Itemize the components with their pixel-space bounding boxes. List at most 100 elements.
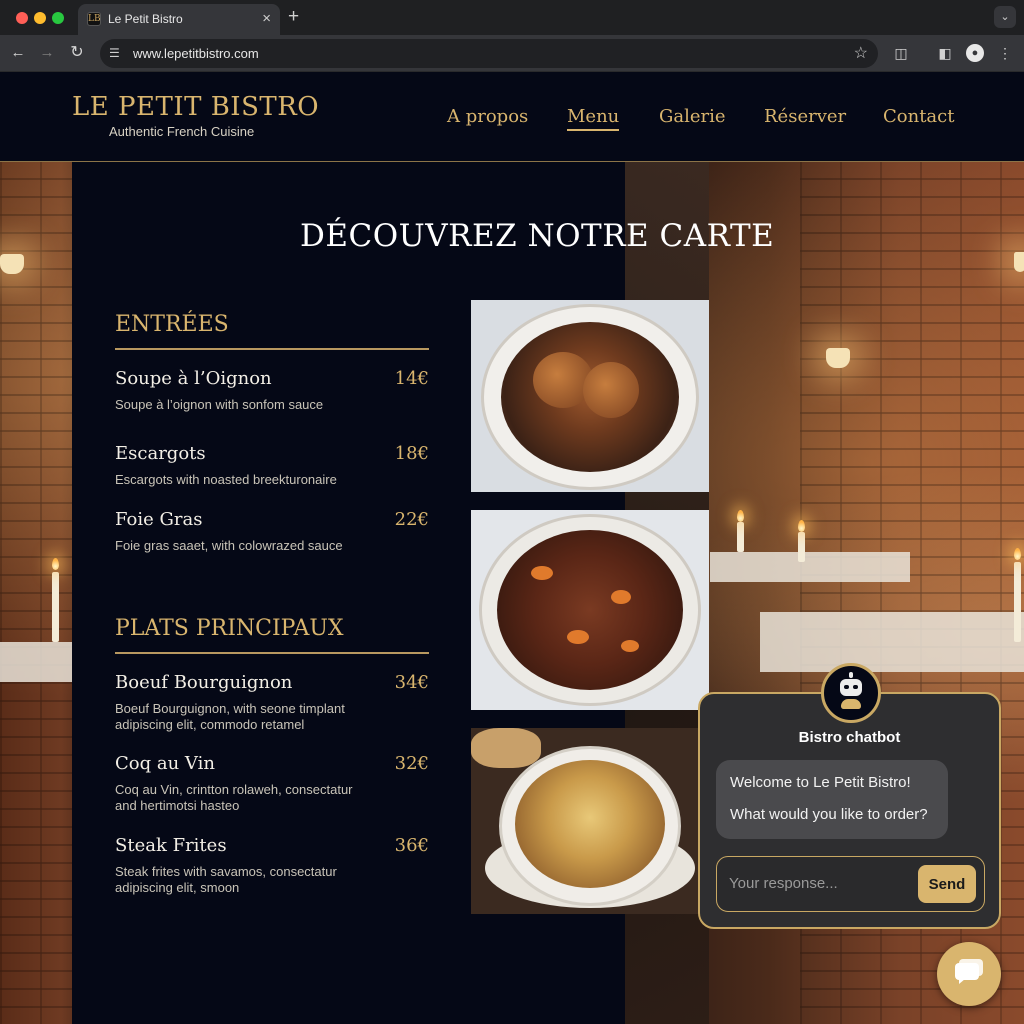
dining-table — [760, 612, 1024, 672]
chatbot-widget: Bistro chatbot Welcome to Le Petit Bistr… — [698, 663, 1001, 929]
new-tab-icon[interactable]: + — [288, 6, 299, 28]
coq-au-vin-photo — [471, 300, 709, 492]
robot-icon — [821, 663, 881, 723]
maximize-window-button[interactable] — [52, 12, 64, 24]
bot-message-line: What would you like to order? — [730, 806, 928, 823]
candle-flame-icon — [1014, 548, 1021, 560]
favicon-icon: LB — [87, 12, 101, 26]
tab-close-icon[interactable]: × — [262, 10, 271, 27]
carrot-shape — [611, 590, 631, 604]
browser-tab[interactable]: LB Le Petit Bistro × — [78, 4, 280, 35]
dish-name: Escargots — [115, 443, 206, 464]
profile-icon[interactable]: ● — [966, 44, 984, 62]
carrot-shape — [531, 566, 553, 580]
dining-table — [710, 552, 910, 582]
dish-description-line: Escargots with noasted breekturonaire — [115, 472, 337, 487]
dish-name: Coq au Vin — [115, 753, 215, 774]
dish-price: 18€ — [394, 443, 429, 464]
candle-flame-icon — [798, 520, 805, 532]
minimize-window-button[interactable] — [34, 12, 46, 24]
dish-description: Steak frites with savamos, consectatur a… — [115, 864, 375, 896]
dining-table — [0, 642, 72, 682]
close-window-button[interactable] — [16, 12, 28, 24]
main-nav: A propos Menu Galerie Réserver Contact — [0, 106, 1024, 136]
nav-link-galerie[interactable]: Galerie — [659, 106, 726, 127]
web-page: LE PETIT BISTRO Authentic French Cuisine… — [0, 72, 1024, 1024]
chat-bubble-icon — [955, 959, 983, 984]
robot-eye — [853, 685, 858, 689]
robot-body — [841, 699, 861, 709]
chicken-shape — [583, 362, 639, 418]
nav-link-a-propos[interactable]: A propos — [447, 106, 528, 127]
kebab-menu-icon[interactable]: ⋮ — [996, 44, 1014, 62]
dish-description-line: adipiscing elit, commodo retamel — [115, 717, 305, 732]
side-panel-icon[interactable]: ◧ — [936, 44, 954, 62]
dish-name: Steak Frites — [115, 835, 227, 856]
robot-eye — [844, 685, 849, 689]
candle-icon — [52, 572, 59, 642]
carrot-shape — [567, 630, 589, 644]
nav-link-menu[interactable]: Menu — [567, 106, 620, 131]
section-title-entrees: ENTRÉES — [115, 312, 229, 337]
chatbot-title: Bistro chatbot — [798, 729, 901, 746]
bot-message-line: Welcome to Le Petit Bistro! — [730, 774, 911, 791]
dish-description-line: Soupe à l’oignon with sonfom sauce — [115, 397, 324, 412]
dish-price: 14€ — [394, 368, 429, 389]
dish-description-line: Steak frites with savamos, consectatur — [115, 864, 337, 879]
dish-description-line: and hertimotsi hasteo — [115, 798, 240, 813]
candle-icon — [737, 522, 744, 552]
reload-icon[interactable]: ↻ — [67, 43, 87, 63]
dish-description: Foie gras saaet, with colowrazed sauce — [115, 538, 375, 554]
site-header: LE PETIT BISTRO Authentic French Cuisine… — [0, 72, 1024, 162]
site-info-icon[interactable]: ☰ — [109, 44, 120, 62]
wall-sconce-icon — [826, 348, 850, 368]
dish-price: 22€ — [394, 509, 429, 530]
section-divider — [115, 348, 429, 350]
carrot-shape — [621, 640, 639, 652]
dish-description: Escargots with noasted breekturonaire — [115, 472, 375, 488]
dish-price: 36€ — [394, 835, 429, 856]
nav-link-contact[interactable]: Contact — [883, 106, 954, 127]
browser-toolbar: ← → ↻ ☰ www.lepetitbistro.com ☆ ◫ ◧ ● ⋮ — [0, 35, 1024, 72]
candle-flame-icon — [52, 558, 59, 570]
address-bar[interactable]: ☰ www.lepetitbistro.com ☆ — [100, 39, 878, 68]
chat-launcher-button[interactable] — [937, 942, 1001, 1006]
menu-heading: DÉCOUVREZ NOTRE CARTE — [300, 218, 775, 254]
star-icon[interactable]: ☆ — [854, 43, 868, 63]
candle-icon — [798, 532, 805, 562]
extensions-icon[interactable]: ◫ — [892, 44, 910, 62]
chat-response-input[interactable] — [729, 871, 909, 895]
cheese-crust-shape — [515, 760, 665, 888]
boeuf-bourguignon-photo — [471, 510, 709, 710]
section-title-plats-principaux: PLATS PRINCIPAUX — [115, 616, 344, 641]
onion-soup-photo — [471, 728, 709, 914]
robot-antenna — [849, 672, 853, 678]
robot-head — [840, 679, 862, 696]
send-button[interactable]: Send — [918, 865, 976, 903]
dish-description-line: Foie gras saaet, with colowrazed sauce — [115, 538, 343, 553]
dish-description-line: Coq au Vin, crintton rolaweh, consectatu… — [115, 782, 353, 797]
dish-price: 32€ — [394, 753, 429, 774]
tab-search-icon[interactable]: ⌄ — [994, 6, 1016, 28]
dish-description-line: Boeuf Bourguignon, with seone timplant — [115, 701, 345, 716]
nav-link-reserver[interactable]: Réserver — [764, 106, 846, 127]
bot-message-bubble: Welcome to Le Petit Bistro! What would y… — [716, 760, 948, 839]
browser-tabstrip: LB Le Petit Bistro × + ⌄ — [0, 0, 1024, 35]
dish-price: 34€ — [394, 672, 429, 693]
candle-icon — [1014, 562, 1021, 642]
dish-description: Boeuf Bourguignon, with seone timplant a… — [115, 701, 375, 733]
forward-arrow-icon[interactable]: → — [37, 43, 57, 63]
dish-name: Foie Gras — [115, 509, 203, 530]
candle-flame-icon — [737, 510, 744, 522]
brick-wall-left — [0, 162, 72, 1024]
dish-description: Coq au Vin, crintton rolaweh, consectatu… — [115, 782, 375, 814]
dish-description: Soupe à l’oignon with sonfom sauce — [115, 397, 375, 413]
back-arrow-icon[interactable]: ← — [8, 43, 28, 63]
dish-description-line: adipiscing elit, smoon — [115, 880, 240, 895]
chat-input-container: Send — [716, 856, 985, 912]
bread-shape — [471, 728, 541, 768]
url-text[interactable]: www.lepetitbistro.com — [133, 46, 259, 61]
dish-name: Boeuf Bourguignon — [115, 672, 293, 693]
wall-sconce-icon — [1014, 252, 1024, 272]
tab-title: Le Petit Bistro — [108, 12, 183, 26]
